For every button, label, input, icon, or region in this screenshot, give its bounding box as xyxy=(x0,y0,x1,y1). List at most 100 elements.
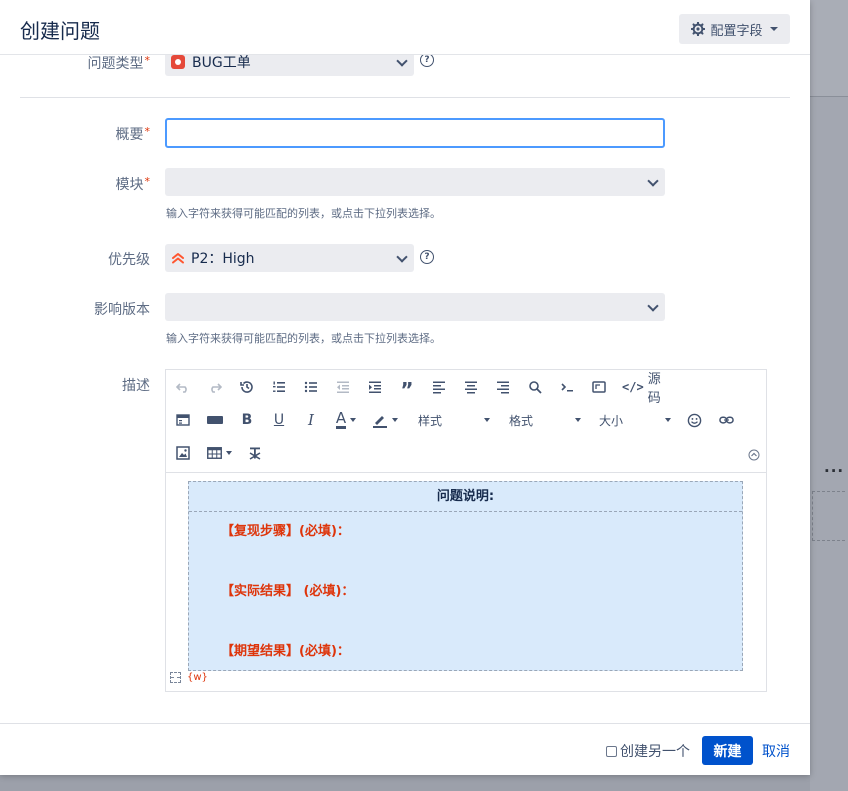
priority-label-text: 优先级 xyxy=(108,252,150,268)
find-replace-icon[interactable] xyxy=(526,376,544,398)
style-label: 样式 xyxy=(418,413,443,428)
required-marker: * xyxy=(144,54,151,67)
indent-icon[interactable] xyxy=(366,376,384,398)
create-another-option[interactable]: 创建另一个 xyxy=(606,741,690,761)
background-header xyxy=(810,0,848,96)
format-label: 格式 xyxy=(509,413,534,428)
link-icon[interactable] xyxy=(717,409,735,431)
blockquote-icon[interactable]: ” xyxy=(398,376,416,400)
caret-down-icon xyxy=(225,451,232,455)
align-right-icon[interactable] xyxy=(494,376,512,398)
editor-toolbar: ” </> 源码 B U I A 样式 格式 大小 xyxy=(166,370,766,473)
help-icon[interactable]: ? xyxy=(420,250,434,264)
chevron-down-icon xyxy=(647,300,659,312)
dialog-title: 创建问题 xyxy=(20,19,100,43)
chevron-down-icon xyxy=(396,55,408,67)
priority-select[interactable]: P2：High xyxy=(165,244,414,272)
caret-down-icon xyxy=(392,418,398,422)
panel-line-expected: 【期望结果】(必填)： xyxy=(221,644,350,659)
gear-icon xyxy=(691,22,706,36)
source-code-button[interactable]: </> 源码 xyxy=(622,372,670,406)
underline-icon[interactable]: U xyxy=(270,409,288,431)
highlighter-icon xyxy=(373,416,387,428)
create-issue-dialog: 创建问题 配置字段 问题类型* BUG工单 ? 概要* 模块* 输入字符来获得可… xyxy=(0,0,810,775)
background-dropzone xyxy=(812,491,845,541)
summary-label-text: 概要 xyxy=(115,127,144,143)
description-editor: ” </> 源码 B U I A 样式 格式 大小 问题说明: 【复现步骤】(必… xyxy=(165,369,767,692)
create-another-checkbox[interactable] xyxy=(606,745,617,757)
caret-down-icon xyxy=(575,418,581,422)
panel-heading: 问题说明: xyxy=(189,482,742,512)
italic-icon[interactable]: I xyxy=(302,409,320,431)
configure-fields-label: 配置字段 xyxy=(710,23,763,39)
source-code-label: 源码 xyxy=(647,372,661,406)
format-dropdown[interactable]: 格式 xyxy=(509,409,581,431)
numbered-list-icon[interactable] xyxy=(270,376,288,398)
code-block-icon[interactable] xyxy=(558,376,576,398)
summary-input[interactable] xyxy=(165,118,665,148)
bold-icon[interactable]: B xyxy=(238,409,256,431)
chevron-down-icon xyxy=(396,251,408,263)
description-label: 描述 xyxy=(20,375,150,395)
align-left-icon[interactable] xyxy=(430,376,448,398)
font-color-dropdown[interactable]: A xyxy=(332,409,360,431)
module-label: 模块* xyxy=(20,174,151,194)
background-divider xyxy=(810,96,848,97)
style-dropdown[interactable]: 样式 xyxy=(418,409,490,431)
emoji-icon[interactable] xyxy=(685,409,703,431)
collapse-toolbar-icon[interactable] xyxy=(747,444,761,466)
redo-icon[interactable] xyxy=(206,376,224,398)
macro-placeholder[interactable]: {w} xyxy=(170,672,208,683)
bullet-list-icon[interactable] xyxy=(302,376,320,398)
fullscreen-icon[interactable] xyxy=(590,376,608,398)
table-dropdown[interactable] xyxy=(204,442,234,464)
font-color-icon: A xyxy=(335,409,347,429)
history-icon[interactable] xyxy=(238,376,256,398)
panel-icon[interactable] xyxy=(206,409,224,431)
configure-fields-button[interactable]: 配置字段 xyxy=(679,14,790,44)
panel-line-actual: 【实际结果】 (必填)： xyxy=(221,584,355,599)
panel-line-steps: 【复现步骤】(必填)： xyxy=(221,524,350,539)
help-icon[interactable]: ? xyxy=(420,53,434,67)
issue-type-label: 问题类型* xyxy=(20,53,151,73)
caret-down-icon xyxy=(350,418,357,422)
template-icon[interactable] xyxy=(174,409,192,431)
clear-formatting-icon[interactable] xyxy=(246,442,264,464)
description-label-text: 描述 xyxy=(122,378,150,394)
module-label-text: 模块 xyxy=(115,177,144,193)
undo-icon[interactable] xyxy=(174,376,192,398)
issue-type-label-text: 问题类型 xyxy=(87,56,144,72)
create-button[interactable]: 新建 xyxy=(702,736,753,765)
table-icon xyxy=(206,447,222,459)
caret-down-icon xyxy=(665,418,671,422)
bug-icon xyxy=(171,55,185,69)
priority-high-icon xyxy=(171,252,185,264)
dialog-header: 创建问题 配置字段 xyxy=(0,0,810,55)
module-select[interactable] xyxy=(165,168,665,196)
editor-content[interactable]: 问题说明: 【复现步骤】(必填)： 【实际结果】 (必填)： 【期望结果】(必填… xyxy=(166,473,766,691)
create-another-label: 创建另一个 xyxy=(620,744,690,760)
affects-version-label-text: 影响版本 xyxy=(94,302,150,318)
caret-down-icon xyxy=(769,27,778,31)
affects-version-select[interactable] xyxy=(165,293,665,321)
affects-version-label: 影响版本 xyxy=(20,299,150,319)
summary-label: 概要* xyxy=(20,124,151,144)
background-page xyxy=(810,0,848,791)
outdent-icon[interactable] xyxy=(334,376,352,398)
image-icon[interactable] xyxy=(174,442,192,464)
size-label: 大小 xyxy=(599,413,624,428)
highlight-dropdown[interactable] xyxy=(370,409,400,431)
priority-label: 优先级 xyxy=(20,249,150,269)
dialog-footer: 创建另一个 新建 取消 xyxy=(0,723,810,775)
size-dropdown[interactable]: 大小 xyxy=(599,409,671,431)
cancel-link[interactable]: 取消 xyxy=(762,741,790,761)
divider xyxy=(20,97,790,98)
macro-label: {w} xyxy=(187,672,208,683)
more-icon: ··· xyxy=(824,462,845,480)
issue-type-value: BUG工单 xyxy=(192,55,251,71)
align-center-icon[interactable] xyxy=(462,376,480,398)
info-panel: 问题说明: 【复现步骤】(必填)： 【实际结果】 (必填)： 【期望结果】(必填… xyxy=(188,481,743,671)
source-code-icon: </> xyxy=(622,380,644,394)
priority-value: P2：High xyxy=(191,251,255,267)
chevron-down-icon xyxy=(647,175,659,187)
